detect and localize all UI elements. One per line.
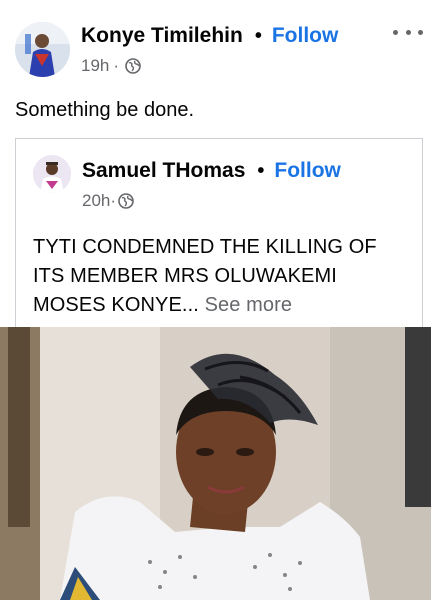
post-header: Konye Timilehin • Follow 19h · — [0, 0, 431, 90]
shared-post-card[interactable]: Samuel THomas • Follow 20h · TYTI CONDEM… — [15, 138, 423, 327]
globe-icon — [118, 193, 134, 209]
shared-author-name[interactable]: Samuel THomas — [82, 159, 245, 183]
post-meta: 19h · — [81, 56, 141, 76]
post-photo-image — [0, 327, 431, 600]
shared-follow-button[interactable]: Follow — [274, 159, 341, 183]
post-time[interactable]: 19h — [81, 56, 109, 76]
separator-dot: • — [254, 24, 262, 47]
see-more-link[interactable]: See more — [205, 294, 293, 316]
author-avatar[interactable] — [15, 22, 70, 77]
shared-meta-separator: · — [110, 191, 117, 210]
shared-post-meta: 20h · — [82, 191, 134, 211]
meta-separator: · — [113, 56, 120, 75]
shared-separator-dot: • — [257, 159, 265, 182]
author-line: Konye Timilehin • Follow — [81, 24, 338, 48]
more-options-icon[interactable] — [393, 22, 423, 42]
post-text: Something be done. — [15, 99, 195, 121]
shared-author-line: Samuel THomas • Follow — [82, 159, 341, 183]
shared-post-text: TYTI CONDEMNED THE KILLING OF ITS MEMBER… — [33, 233, 413, 320]
globe-icon — [125, 58, 141, 74]
follow-button[interactable]: Follow — [272, 24, 339, 48]
author-name[interactable]: Konye Timilehin — [81, 24, 243, 48]
shared-post-time[interactable]: 20h — [82, 191, 110, 211]
shared-author-avatar[interactable] — [33, 155, 71, 193]
post-photo[interactable] — [0, 327, 431, 600]
author-avatar-image — [15, 22, 70, 77]
shared-author-avatar-image — [33, 155, 71, 193]
